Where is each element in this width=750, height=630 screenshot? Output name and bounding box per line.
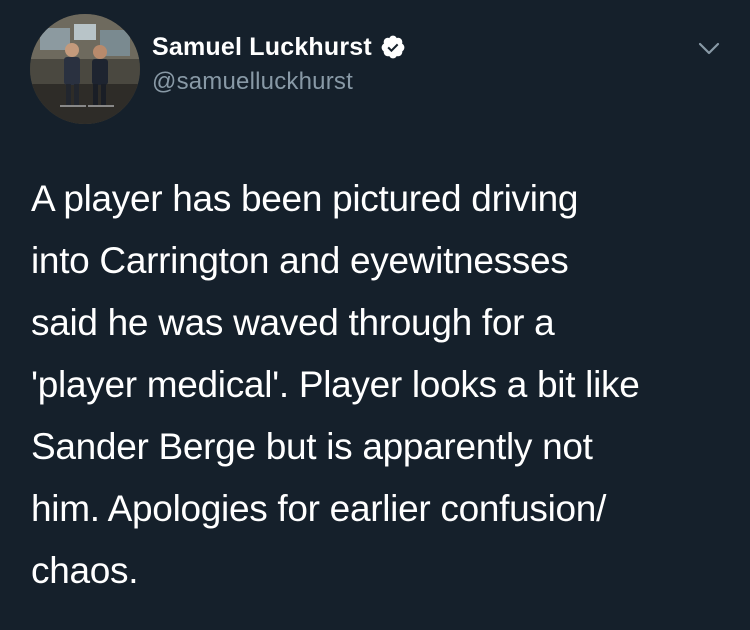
tweet-text-line: Sander Berge but is apparently not	[31, 426, 593, 467]
tweet-card: Samuel Luckhurst @samuelluckhurst A play…	[0, 0, 750, 630]
tweet-text-line: into Carrington and eyewitnesses	[31, 240, 569, 281]
tweet-text-line: said he was waved through for a	[31, 302, 555, 343]
tweet-text-line: 'player medical'. Player looks a bit lik…	[31, 364, 640, 405]
display-name[interactable]: Samuel Luckhurst	[152, 33, 372, 62]
tweet-text-line: him. Apologies for earlier confusion/	[31, 488, 607, 529]
tweet-header: Samuel Luckhurst @samuelluckhurst	[152, 30, 406, 96]
tweet-text: A player has been pictured driving into …	[31, 168, 731, 602]
tweet-text-line: chaos.	[31, 550, 139, 591]
tweet-text-line: A player has been pictured driving	[31, 178, 579, 219]
avatar-photo	[30, 14, 140, 124]
avatar[interactable]	[30, 14, 140, 124]
verified-badge-icon	[380, 34, 406, 60]
chevron-down-icon[interactable]	[692, 32, 726, 66]
name-row: Samuel Luckhurst	[152, 30, 406, 64]
handle[interactable]: @samuelluckhurst	[152, 68, 406, 96]
